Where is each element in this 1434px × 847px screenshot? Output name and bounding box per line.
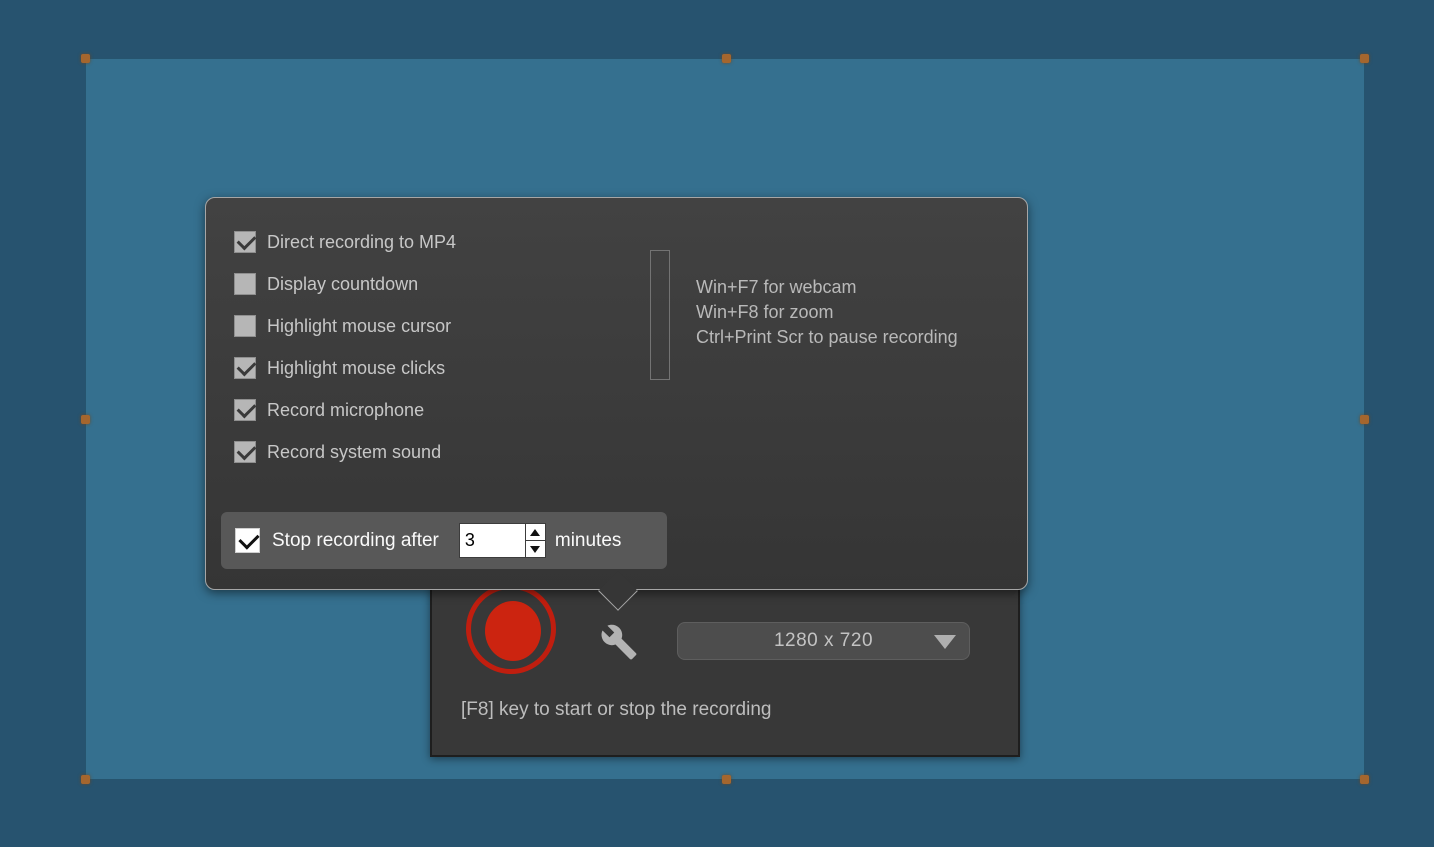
options-list: Direct recording to MP4 Display countdow…: [234, 231, 456, 463]
triangle-down-icon: [530, 546, 540, 553]
resize-handle-top-center[interactable]: [722, 54, 731, 63]
checkbox[interactable]: [234, 399, 256, 421]
spinner-down-button[interactable]: [526, 541, 545, 557]
wrench-icon: [600, 648, 638, 665]
resize-handle-bottom-left[interactable]: [81, 775, 90, 784]
resize-handle-middle-left[interactable]: [81, 415, 90, 424]
resize-handle-top-left[interactable]: [81, 54, 90, 63]
triangle-up-icon: [530, 529, 540, 536]
checkbox[interactable]: [234, 441, 256, 463]
spinner-buttons: [525, 524, 545, 557]
option-label: Record microphone: [267, 400, 424, 421]
resize-handle-bottom-right[interactable]: [1360, 775, 1369, 784]
checkbox[interactable]: [234, 273, 256, 295]
stop-recording-row: Stop recording after minutes: [221, 512, 667, 569]
resolution-dropdown[interactable]: 1280 x 720: [677, 622, 970, 660]
settings-popup: Direct recording to MP4 Display countdow…: [205, 197, 1028, 590]
hotkey-webcam: Win+F7 for webcam: [696, 275, 958, 300]
record-button[interactable]: [466, 584, 562, 680]
option-highlight-mouse-cursor[interactable]: Highlight mouse cursor: [234, 315, 456, 337]
option-label: Direct recording to MP4: [267, 232, 456, 253]
toolbar-hint: [F8] key to start or stop the recording: [461, 699, 771, 721]
resize-handle-bottom-center[interactable]: [722, 775, 731, 784]
minutes-spinner: [459, 523, 546, 558]
resolution-value: 1280 x 720: [774, 630, 873, 652]
resize-handle-middle-right[interactable]: [1360, 415, 1369, 424]
checkbox[interactable]: [234, 357, 256, 379]
option-record-microphone[interactable]: Record microphone: [234, 399, 456, 421]
caret-down-icon: [934, 635, 956, 649]
hotkey-hints: Win+F7 for webcam Win+F8 for zoom Ctrl+P…: [696, 275, 958, 350]
spinner-up-button[interactable]: [526, 524, 545, 541]
record-icon: [485, 601, 541, 661]
resize-handle-top-right[interactable]: [1360, 54, 1369, 63]
settings-button[interactable]: [600, 623, 638, 661]
hotkey-pause: Ctrl+Print Scr to pause recording: [696, 325, 958, 350]
option-record-system-sound[interactable]: Record system sound: [234, 441, 456, 463]
stop-recording-label: Stop recording after: [272, 530, 439, 552]
option-label: Display countdown: [267, 274, 418, 295]
option-direct-recording-mp4[interactable]: Direct recording to MP4: [234, 231, 456, 253]
hotkey-zoom: Win+F8 for zoom: [696, 300, 958, 325]
checkbox[interactable]: [234, 315, 256, 337]
checkbox[interactable]: [234, 231, 256, 253]
recording-toolbar: 1280 x 720 [F8] key to start or stop the…: [430, 585, 1020, 757]
option-label: Record system sound: [267, 442, 441, 463]
option-label: Highlight mouse clicks: [267, 358, 445, 379]
stop-recording-checkbox[interactable]: [235, 528, 260, 553]
option-display-countdown[interactable]: Display countdown: [234, 273, 456, 295]
option-label: Highlight mouse cursor: [267, 316, 451, 337]
option-highlight-mouse-clicks[interactable]: Highlight mouse clicks: [234, 357, 456, 379]
minutes-input[interactable]: [460, 524, 525, 557]
divider-rect: [650, 250, 670, 380]
minutes-unit-label: minutes: [555, 530, 622, 552]
